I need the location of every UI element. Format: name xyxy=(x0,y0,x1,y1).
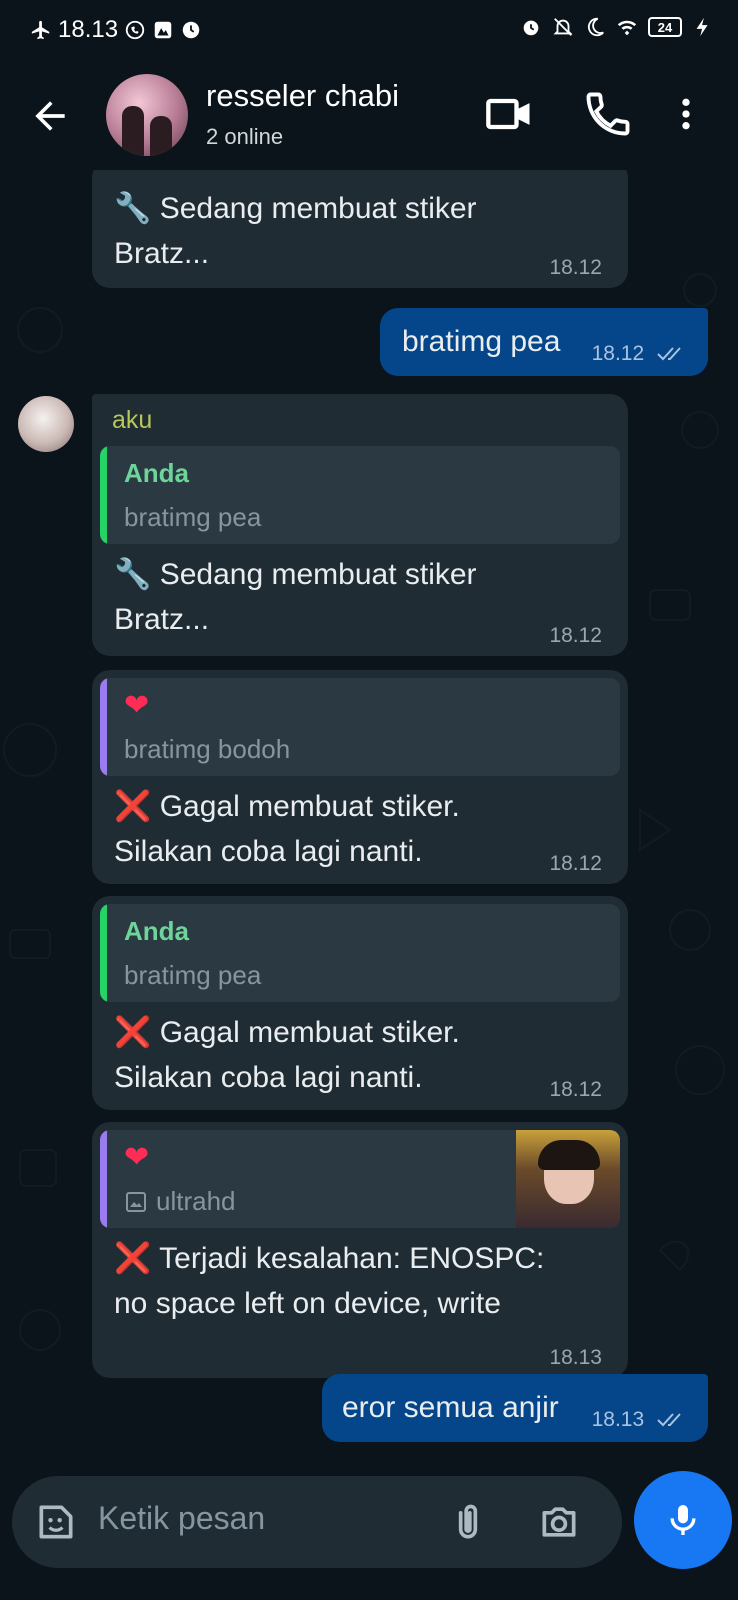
incoming-message[interactable]: ❤ bratimg bodoh ❌ Gagal membuat stiker. … xyxy=(92,670,628,884)
message-line: Gagal membuat stiker. xyxy=(159,790,460,823)
quote-text: ultrahd xyxy=(124,1186,236,1217)
battery-indicator: 24 xyxy=(648,17,682,37)
message-time: 18.13 xyxy=(549,1346,602,1369)
quoted-message[interactable]: ❤ bratimg bodoh xyxy=(100,678,620,776)
whatsapp-icon xyxy=(125,20,145,40)
wrench-emoji: 🔧 xyxy=(114,558,152,591)
wrench-emoji: 🔧 xyxy=(114,192,152,225)
chat-header: resseler chabi 2 online xyxy=(0,58,738,170)
incoming-message[interactable]: ❤ ultrahd ❌ Terjadi kesalahan: ENOSPC: n… xyxy=(92,1122,628,1378)
message-time: 18.12 xyxy=(549,624,602,647)
message-time: 18.13 xyxy=(592,1408,688,1432)
microphone-icon xyxy=(670,1505,696,1535)
back-arrow-icon[interactable] xyxy=(28,94,72,138)
message-line: Bratz... xyxy=(114,237,210,270)
quote-author: Anda xyxy=(124,916,189,946)
mic-button[interactable] xyxy=(634,1471,732,1569)
message-time: 18.12 xyxy=(592,342,688,366)
heart-emoji: ❤ xyxy=(124,689,150,722)
message-line: no space left on device, write xyxy=(114,1287,501,1320)
double-check-icon xyxy=(657,1413,681,1427)
online-status: 2 online xyxy=(206,124,284,149)
image-icon xyxy=(126,1191,146,1212)
heart-emoji: ❤ xyxy=(124,1141,150,1174)
message-line: Sedang membuat stiker xyxy=(159,192,477,225)
mute-bell-icon xyxy=(553,18,573,36)
quote-author: Anda xyxy=(124,458,189,488)
message-line: Terjadi kesalahan: ENOSPC: xyxy=(159,1242,545,1275)
message-text: eror semua anjir xyxy=(342,1391,559,1424)
message-line: Gagal membuat stiker. xyxy=(159,1016,460,1049)
clock-icon xyxy=(182,21,200,39)
cross-mark-emoji: ❌ xyxy=(114,790,152,823)
gallery-icon xyxy=(154,21,172,39)
message-time: 18.12 xyxy=(549,852,602,875)
incoming-message[interactable]: aku Anda bratimg pea 🔧 Sedang membuat st… xyxy=(92,394,628,656)
status-time: 18.13 xyxy=(58,16,119,43)
voice-call-icon[interactable] xyxy=(582,88,634,140)
more-options-icon[interactable] xyxy=(666,88,706,140)
group-avatar[interactable] xyxy=(106,74,188,156)
double-check-icon xyxy=(657,347,681,361)
quote-text: bratimg pea xyxy=(124,502,262,532)
alarm-icon xyxy=(523,20,539,36)
message-line: Silakan coba lagi nanti. xyxy=(114,1061,423,1094)
message-input[interactable]: Ketik pesan xyxy=(12,1476,622,1568)
quoted-message[interactable]: Anda bratimg pea xyxy=(100,446,620,544)
message-composer: Ketik pesan xyxy=(0,1468,738,1600)
quote-text: bratimg pea xyxy=(124,960,262,990)
sticker-icon[interactable] xyxy=(34,1500,78,1544)
charging-icon xyxy=(696,17,708,37)
sender-name[interactable]: aku xyxy=(112,406,152,435)
message-line: Bratz... xyxy=(114,603,210,636)
quote-thumbnail xyxy=(516,1130,620,1228)
outgoing-message[interactable]: eror semua anjir 18.13 xyxy=(322,1374,708,1442)
moon-icon xyxy=(587,17,604,37)
video-call-icon[interactable] xyxy=(484,88,536,140)
message-line: Sedang membuat stiker xyxy=(159,558,477,591)
camera-icon[interactable] xyxy=(536,1500,582,1544)
sender-avatar[interactable] xyxy=(18,396,74,452)
attach-icon[interactable] xyxy=(446,1498,490,1546)
status-bar: 18.13 24 xyxy=(0,0,738,58)
cross-mark-emoji: ❌ xyxy=(114,1016,152,1049)
message-line: Silakan coba lagi nanti. xyxy=(114,835,423,868)
quote-text: bratimg bodoh xyxy=(124,734,291,764)
message-text: bratimg pea xyxy=(402,325,561,358)
cross-mark-emoji: ❌ xyxy=(114,1242,152,1275)
chat-title[interactable]: resseler chabi xyxy=(206,78,399,114)
airplane-icon xyxy=(31,20,50,40)
quoted-message[interactable]: ❤ ultrahd xyxy=(100,1130,620,1228)
message-time: 18.12 xyxy=(549,256,602,279)
quoted-message[interactable]: Anda bratimg pea xyxy=(100,904,620,1002)
incoming-message[interactable]: Anda bratimg pea ❌ Gagal membuat stiker.… xyxy=(92,896,628,1110)
input-placeholder: Ketik pesan xyxy=(98,1500,266,1536)
message-time: 18.12 xyxy=(549,1078,602,1101)
outgoing-message[interactable]: bratimg pea 18.12 xyxy=(380,308,708,376)
incoming-message[interactable]: 🔧 Sedang membuat stiker Bratz... 18.12 xyxy=(92,170,628,288)
chat-area[interactable]: 🔧 Sedang membuat stiker Bratz... 18.12 b… xyxy=(0,170,738,1470)
wifi-icon xyxy=(617,20,637,36)
